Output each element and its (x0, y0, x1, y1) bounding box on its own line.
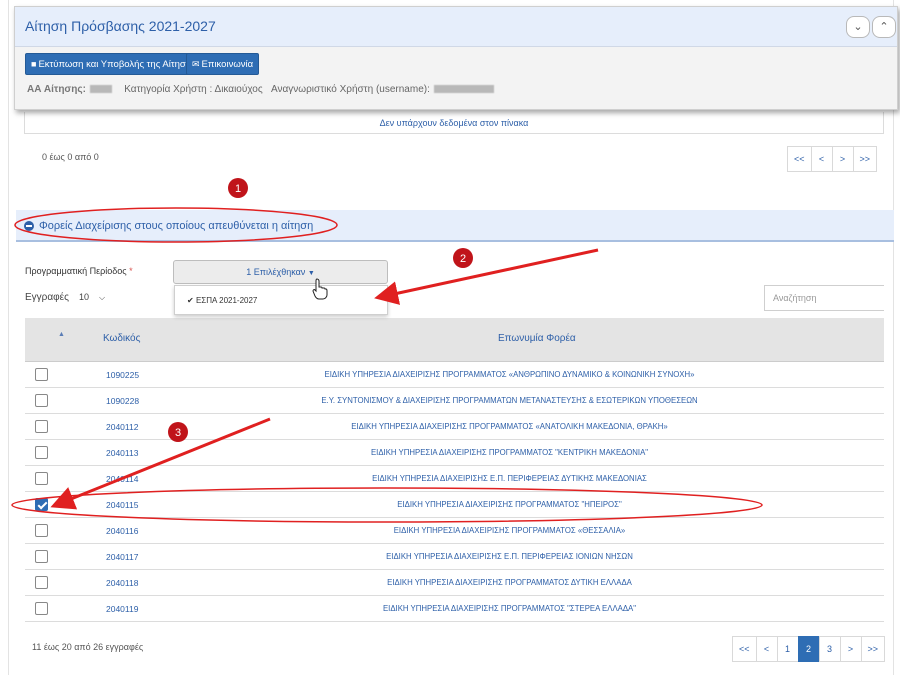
row-code: 2040116 (106, 526, 139, 536)
print-icon: ■ (31, 59, 37, 69)
username-label: Αναγνωριστικό Χρήστη (username): (271, 84, 430, 95)
top-table-pager: << < > >> (787, 146, 878, 172)
table-row[interactable]: 2040115 ΕΙΔΙΚΗ ΥΠΗΡΕΣΙΑ ΔΙΑΧΕΙΡΙΣΗΣ ΠΡΟΓΡ… (25, 492, 884, 518)
row-name: ΕΙΔΙΚΗ ΥΠΗΡΕΣΙΑ ΔΙΑΧΕΙΡΙΣΗΣ ΠΡΟΓΡΑΜΜΑΤΟΣ… (387, 578, 632, 587)
table-pager: << <1 2 3 > >> (732, 636, 886, 662)
redacted-application-id (89, 85, 112, 94)
table-summary: 11 έως 20 από 26 εγγραφές (32, 642, 144, 652)
table-row[interactable]: 2040118 ΕΙΔΙΚΗ ΥΠΗΡΕΣΙΑ ΔΙΑΧΕΙΡΙΣΗΣ ΠΡΟΓΡ… (25, 570, 884, 596)
table-row[interactable]: 2040112 ΕΙΔΙΚΗ ΥΠΗΡΕΣΙΑ ΔΙΑΧΕΙΡΙΣΗΣ ΠΡΟΓΡ… (25, 414, 884, 440)
table-row[interactable]: 2040117 ΕΙΔΙΚΗ ΥΠΗΡΕΣΙΑ ΔΙΑΧΕΙΡΙΣΗΣ Ε.Π. … (25, 544, 884, 570)
row-name: Ε.Υ. ΣΥΝΤΟΝΙΣΜΟΥ & ΔΙΑΧΕΙΡΙΣΗΣ ΠΡΟΓΡΑΜΜΑ… (321, 396, 698, 405)
row-checkbox[interactable] (35, 446, 48, 459)
table-row[interactable]: 2040114 ΕΙΔΙΚΗ ΥΠΗΡΕΣΙΑ ΔΙΑΧΕΙΡΙΣΗΣ Ε.Π. … (25, 466, 884, 492)
redacted-username (433, 85, 494, 94)
header-title-bar: Αίτηση Πρόσβασης 2021-2027 ⌄ ⌃ (15, 7, 897, 47)
sort-asc-icon[interactable]: ▲ (58, 331, 65, 338)
row-checkbox[interactable] (35, 602, 48, 615)
table-body: 1090225 ΕΙΔΙΚΗ ΥΠΗΡΕΣΙΑ ΔΙΑΧΕΙΡΙΣΗΣ ΠΡΟΓΡ… (25, 362, 884, 622)
column-header-name[interactable]: Επωνυμία Φορέα (498, 333, 576, 344)
application-id-label: ΑΑ Αίτησης: (27, 84, 86, 95)
row-code: 2040118 (106, 578, 139, 588)
pager-first[interactable]: << (732, 636, 757, 662)
pager-last[interactable]: >> (860, 636, 886, 662)
table-header: ▲ Κωδικός Επωνυμία Φορέα (25, 318, 884, 362)
row-code: 2040112 (106, 422, 139, 432)
table-row[interactable]: 2040119 ΕΙΔΙΚΗ ΥΠΗΡΕΣΙΑ ΔΙΑΧΕΙΡΙΣΗΣ ΠΡΟΓΡ… (25, 596, 884, 622)
row-checkbox[interactable] (35, 524, 48, 537)
row-code: 2040113 (106, 448, 139, 458)
row-name: ΕΙΔΙΚΗ ΥΠΗΡΕΣΙΑ ΔΙΑΧΕΙΡΙΣΗΣ ΠΡΟΓΡΑΜΜΑΤΟΣ… (393, 526, 626, 535)
pager-last[interactable]: >> (852, 146, 878, 172)
required-mark: * (129, 266, 133, 276)
row-code: 2040117 (106, 552, 139, 562)
managing-authorities-section-header[interactable]: Φορείς Διαχείρισης στους οποίους απευθύν… (16, 210, 894, 242)
row-code: 2040119 (106, 604, 139, 614)
check-icon: ✔ (187, 296, 194, 305)
row-name: ΕΙΔΙΚΗ ΥΠΗΡΕΣΙΑ ΔΙΑΧΕΙΡΙΣΗΣ Ε.Π. ΠΕΡΙΦΕΡ… (372, 474, 647, 483)
period-field-label: Προγραμματική Περίοδος * (25, 266, 133, 276)
pager-page-1[interactable]: 1 (776, 636, 799, 662)
collapse-icon[interactable] (24, 221, 34, 231)
page-length-select[interactable]: 10 ⌵ (79, 292, 105, 303)
caret-down-icon: ▼ (307, 270, 315, 277)
pager-page-3[interactable]: 3 (818, 636, 841, 662)
contact-label: Επικοινωνία (201, 59, 254, 70)
page-title: Αίτηση Πρόσβασης 2021-2027 (25, 18, 216, 34)
pager-first[interactable]: << (787, 146, 812, 172)
row-name: ΕΙΔΙΚΗ ΥΠΗΡΕΣΙΑ ΔΙΑΧΕΙΡΙΣΗΣ ΠΡΟΓΡΑΜΜΑΤΟΣ… (382, 604, 637, 613)
top-table-summary: 0 έως 0 από 0 (42, 152, 99, 162)
row-code: 2040115 (106, 500, 139, 510)
row-checkbox[interactable] (35, 420, 48, 433)
print-submit-label: Εκτύπωση και Υποβολής της Αίτησης (38, 59, 196, 70)
row-name: ΕΙΔΙΚΗ ΥΠΗΡΕΣΙΑ ΔΙΑΧΕΙΡΙΣΗΣ ΠΡΟΓΡΑΜΜΑΤΟΣ… (397, 500, 622, 509)
print-submit-button[interactable]: ■ Εκτύπωση και Υποβολής της Αίτησης (25, 53, 202, 75)
row-checkbox[interactable] (35, 550, 48, 563)
period-dropdown-menu: ✔ ΕΣΠΑ 2021-2027 (174, 285, 388, 315)
page-length-value: 10 (79, 292, 90, 302)
row-name: ΕΙΔΙΚΗ ΥΠΗΡΕΣΙΑ ΔΙΑΧΕΙΡΙΣΗΣ Ε.Π. ΠΕΡΙΦΕΡ… (386, 552, 633, 561)
period-select-value: 1 Επιλέχθηκαν (246, 267, 306, 277)
period-multiselect[interactable]: 1 Επιλέχθηκαν ▼ (173, 260, 388, 284)
chevron-down-icon: ⌵ (99, 293, 106, 302)
row-code: 2040114 (106, 474, 139, 484)
envelope-icon: ✉ (192, 59, 200, 69)
row-name: ΕΙΔΙΚΗ ΥΠΗΡΕΣΙΑ ΔΙΑΧΕΙΡΙΣΗΣ ΠΡΟΓΡΑΜΜΑΤΟΣ… (324, 370, 695, 379)
section-title: Φορείς Διαχείρισης στους οποίους απευθύν… (39, 220, 314, 232)
table-row[interactable]: 1090225 ΕΙΔΙΚΗ ΥΠΗΡΕΣΙΑ ΔΙΑΧΕΙΡΙΣΗΣ ΠΡΟΓΡ… (25, 362, 884, 388)
row-checkbox[interactable] (35, 394, 48, 407)
application-header-panel: Αίτηση Πρόσβασης 2021-2027 ⌄ ⌃ ■ Εκτύπωση… (14, 6, 898, 110)
row-name: ΕΙΔΙΚΗ ΥΠΗΡΕΣΙΑ ΔΙΑΧΕΙΡΙΣΗΣ ΠΡΟΓΡΑΜΜΑΤΟΣ… (351, 422, 668, 431)
table-row[interactable]: 2040113 ΕΙΔΙΚΗ ΥΠΗΡΕΣΙΑ ΔΙΑΧΕΙΡΙΣΗΣ ΠΡΟΓΡ… (25, 440, 884, 466)
column-header-code[interactable]: Κωδικός (103, 333, 140, 344)
length-label: Εγγραφές (25, 292, 69, 303)
table-row[interactable]: 1090228 Ε.Υ. ΣΥΝΤΟΝΙΣΜΟΥ & ΔΙΑΧΕΙΡΙΣΗΣ ΠΡ… (25, 388, 884, 414)
pager-next[interactable]: > (839, 636, 862, 662)
pager-next[interactable]: > (831, 146, 854, 172)
pager-prev[interactable]: < (755, 636, 778, 662)
chevron-up-icon[interactable]: ⌃ (872, 16, 896, 38)
empty-table-message: Δεν υπάρχουν δεδομένα στον πίνακα (24, 112, 884, 134)
row-checkbox[interactable] (35, 368, 48, 381)
table-row[interactable]: 2040116 ΕΙΔΙΚΗ ΥΠΗΡΕΣΙΑ ΔΙΑΧΕΙΡΙΣΗΣ ΠΡΟΓΡ… (25, 518, 884, 544)
period-option-label: ΕΣΠΑ 2021-2027 (195, 296, 258, 305)
pager-prev[interactable]: < (810, 146, 833, 172)
period-option-espa[interactable]: ✔ ΕΣΠΑ 2021-2027 (187, 296, 257, 305)
search-input[interactable] (764, 285, 884, 311)
hand-pointer-icon (312, 278, 328, 300)
row-checkbox[interactable] (35, 576, 48, 589)
row-checkbox[interactable] (35, 498, 48, 511)
application-meta: ΑΑ Αίτησης: Κατηγορία Χρήστη : Δικαιούχο… (27, 84, 498, 95)
row-name: ΕΙΔΙΚΗ ΥΠΗΡΕΣΙΑ ΔΙΑΧΕΙΡΙΣΗΣ ΠΡΟΓΡΑΜΜΑΤΟΣ… (370, 448, 649, 457)
contact-button[interactable]: ✉ Επικοινωνία (186, 53, 260, 75)
managing-authorities-table: ▲ Κωδικός Επωνυμία Φορέα 1090225 ΕΙΔΙΚΗ Υ… (25, 318, 884, 622)
user-category: Κατηγορία Χρήστη : Δικαιούχος (124, 84, 263, 95)
period-label: Προγραμματική Περίοδος (25, 266, 127, 276)
pager-page-2[interactable]: 2 (797, 636, 820, 662)
row-checkbox[interactable] (35, 472, 48, 485)
chevron-down-icon[interactable]: ⌄ (846, 16, 870, 38)
